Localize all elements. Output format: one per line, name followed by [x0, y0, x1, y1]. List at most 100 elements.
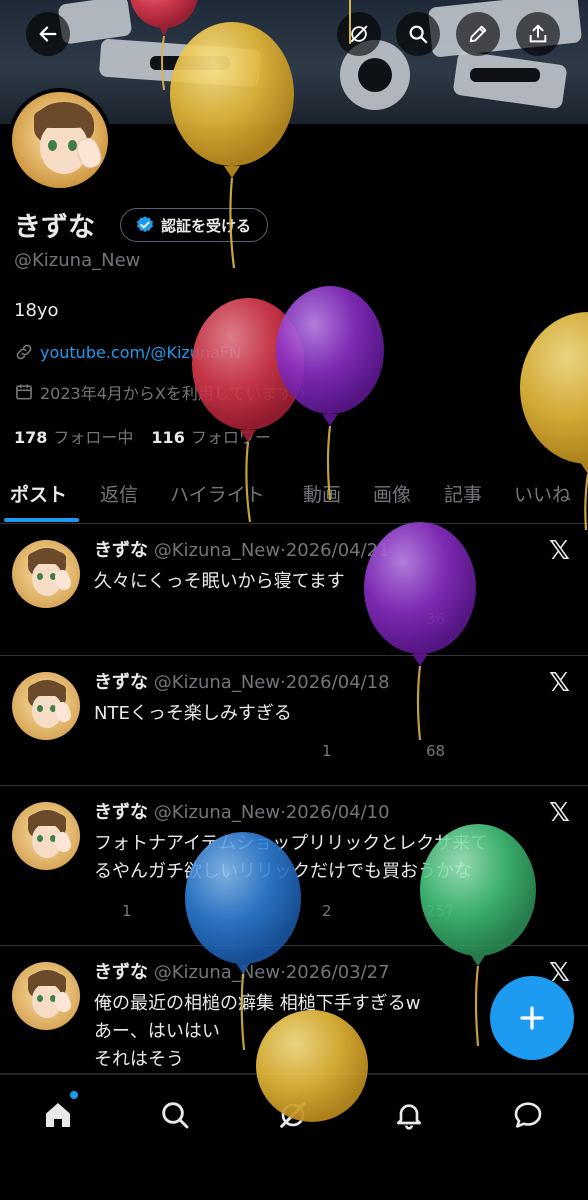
nav-home[interactable]: [38, 1095, 78, 1135]
views-count: 36: [426, 610, 446, 628]
post-date[interactable]: 2026/04/18: [286, 672, 390, 693]
display-name: きずな: [14, 212, 95, 243]
repost-button[interactable]: [192, 900, 214, 922]
post-text-line: るやんガチ欲しいリリックだけでも買おうかな: [94, 861, 472, 882]
tab-videos[interactable]: 動画: [303, 480, 341, 507]
post-date[interactable]: 2026/04/10: [286, 802, 390, 823]
tab-posts[interactable]: ポスト: [10, 480, 67, 507]
notification-dot: [70, 1091, 78, 1099]
repost-icon: [192, 740, 214, 762]
post-date[interactable]: 2026/04/21: [286, 540, 390, 561]
joined-date[interactable]: 2023年4月からXを利用しています ›: [14, 380, 306, 404]
views-count: 257: [426, 902, 455, 920]
post[interactable]: きずな @Kizuna_New·2026/04/10 𝕏 フォトナアイテムショップリ…: [0, 786, 588, 946]
post-text: 久々にくっそ眠いから寝てます: [94, 568, 564, 596]
compose-button[interactable]: [490, 976, 574, 1060]
share-icon: [529, 24, 547, 43]
edit-button[interactable]: [456, 12, 500, 56]
post-text-line: それはそう: [94, 1049, 184, 1070]
share-post-button[interactable]: [544, 900, 566, 922]
profile-link[interactable]: youtube.com/@KizunaFN: [14, 342, 241, 362]
tab-likes[interactable]: いいね: [514, 480, 571, 507]
nav-search[interactable]: [155, 1095, 195, 1135]
search-icon: [162, 1102, 189, 1129]
reply-icon: [94, 740, 116, 762]
reply-button[interactable]: [94, 740, 116, 762]
views-count: 68: [426, 742, 446, 760]
following-link[interactable]: 178 フォロー中: [14, 424, 133, 448]
post-text-line: NTEくっそ楽しみすぎる: [94, 703, 292, 724]
post-header: きずな @Kizuna_New·2026/04/10: [94, 798, 390, 824]
bookmark-button[interactable]: [498, 740, 520, 762]
x-logo-icon: 𝕏: [549, 798, 570, 828]
like-button[interactable]: 1: [294, 740, 332, 762]
reply-icon: [94, 900, 116, 922]
post-actions: 1 2 257: [94, 900, 574, 926]
messages-icon: [514, 1102, 542, 1128]
post-text-line: 久々にくっそ眠いから寝てます: [94, 571, 345, 592]
bookmark-button[interactable]: [498, 900, 520, 922]
following-count: 178: [14, 428, 48, 447]
post-avatar[interactable]: [12, 802, 80, 870]
post-header: きずな @Kizuna_New·2026/04/21: [94, 536, 390, 562]
views-button[interactable]: 68: [398, 740, 445, 762]
tab-articles[interactable]: 記事: [444, 480, 482, 507]
get-verified-button[interactable]: 認証を受ける: [120, 208, 269, 242]
verified-badge-icon: [137, 216, 153, 233]
grok-icon: [280, 1102, 306, 1128]
views-button[interactable]: 36: [398, 608, 445, 630]
post-text: フォトナアイテムショップリリックとレクサ来て るやんガチ欲しいリリックだけでも買お…: [94, 830, 564, 886]
heart-icon: [294, 608, 316, 630]
share-post-button[interactable]: [544, 608, 566, 630]
search-button[interactable]: [396, 12, 440, 56]
post[interactable]: きずな @Kizuna_New·2026/04/21 𝕏 久々にくっそ眠いから寝てま…: [0, 524, 588, 656]
bookmark-button[interactable]: [498, 608, 520, 630]
share-button[interactable]: [516, 12, 560, 56]
like-button[interactable]: [294, 608, 316, 630]
repost-button[interactable]: [192, 608, 214, 630]
post-author-handle[interactable]: @Kizuna_New: [148, 962, 280, 983]
bell-icon: [397, 1104, 421, 1130]
post-author-name[interactable]: きずな: [94, 672, 148, 693]
views-button[interactable]: 257: [398, 900, 455, 922]
post-author-name[interactable]: きずな: [94, 802, 148, 823]
post-date[interactable]: 2026/03/27: [286, 962, 390, 983]
post-actions: 36: [94, 608, 574, 634]
profile-avatar[interactable]: [8, 88, 112, 192]
post-author-handle[interactable]: @Kizuna_New: [148, 802, 280, 823]
post-author-handle[interactable]: @Kizuna_New: [148, 672, 280, 693]
repost-button[interactable]: [192, 740, 214, 762]
post-text: NTEくっそ楽しみすぎる: [94, 700, 564, 728]
grok-icon: [350, 25, 368, 43]
bottom-navigation: [0, 1074, 588, 1200]
post-avatar[interactable]: [12, 962, 80, 1030]
nav-messages[interactable]: [508, 1095, 548, 1135]
nav-notifications[interactable]: [389, 1095, 429, 1135]
post-author-name[interactable]: きずな: [94, 962, 148, 983]
back-button[interactable]: [26, 12, 70, 56]
views-icon: [398, 608, 420, 630]
like-count: 1: [322, 742, 332, 760]
post-author-name[interactable]: きずな: [94, 540, 148, 561]
profile-link-text[interactable]: youtube.com/@KizunaFN: [40, 343, 241, 362]
followers-label: フォロワー: [190, 428, 271, 447]
reply-button[interactable]: 1: [94, 900, 132, 922]
followers-link[interactable]: 116 フォロワー: [151, 424, 270, 448]
share-post-button[interactable]: [544, 740, 566, 762]
tab-photos[interactable]: 画像: [373, 480, 411, 507]
like-button[interactable]: 2: [294, 900, 332, 922]
grok-button[interactable]: [337, 12, 381, 56]
post-avatar[interactable]: [12, 672, 80, 740]
x-logo-icon: 𝕏: [549, 668, 570, 698]
reply-count: 1: [122, 902, 132, 920]
post[interactable]: きずな @Kizuna_New·2026/04/18 𝕏 NTEくっそ楽しみすぎる 1…: [0, 656, 588, 786]
tab-replies[interactable]: 返信: [100, 480, 138, 507]
following-label: フォロー中: [53, 428, 134, 447]
link-icon: [16, 344, 32, 360]
reply-button[interactable]: [94, 608, 116, 630]
nav-grok[interactable]: [273, 1095, 313, 1135]
post-author-handle[interactable]: @Kizuna_New: [148, 540, 280, 561]
post-avatar[interactable]: [12, 540, 80, 608]
tab-highlights[interactable]: ハイライト: [170, 480, 265, 507]
post-header: きずな @Kizuna_New·2026/03/27: [94, 958, 390, 984]
